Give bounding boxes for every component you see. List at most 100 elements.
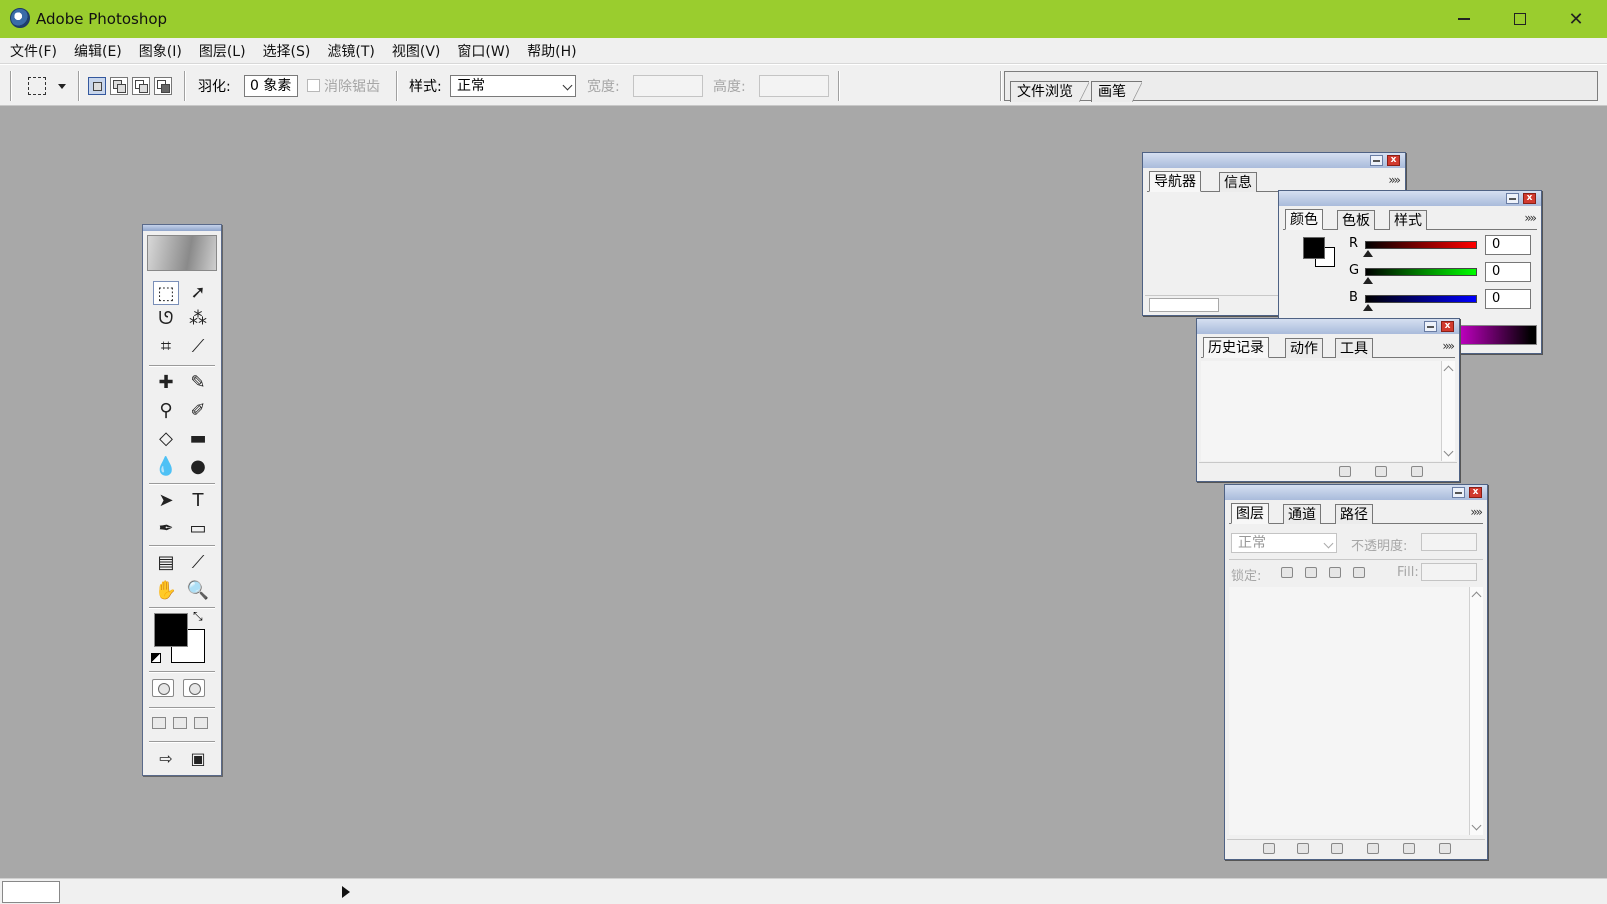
lock-all-icon[interactable] xyxy=(1353,567,1365,578)
palette-minimize-icon[interactable] xyxy=(1452,487,1465,498)
new-layer-set-icon[interactable] xyxy=(1331,843,1343,854)
width-input[interactable] xyxy=(633,75,703,97)
palette-titlebar[interactable] xyxy=(1225,485,1487,500)
trash-icon[interactable] xyxy=(1411,466,1423,477)
lasso-icon[interactable]: ᘎ xyxy=(153,307,179,331)
blue-value-input[interactable]: 0 xyxy=(1485,289,1531,309)
red-slider[interactable] xyxy=(1365,241,1477,249)
eyedropper-icon[interactable]: ⟋ xyxy=(185,551,211,575)
palette-close-icon[interactable]: x xyxy=(1469,487,1482,498)
scroll-down-icon[interactable] xyxy=(1443,446,1454,457)
tab-paths[interactable]: 路径 xyxy=(1335,504,1373,524)
maximize-button[interactable] xyxy=(1492,0,1548,38)
minimize-button[interactable] xyxy=(1436,0,1492,38)
tab-history[interactable]: 历史记录 xyxy=(1203,337,1269,358)
tab-info[interactable]: 信息 xyxy=(1219,172,1257,192)
menu-filter[interactable]: 滤镜(T) xyxy=(327,41,374,61)
eraser-icon[interactable]: ◇ xyxy=(153,427,179,451)
palette-minimize-icon[interactable] xyxy=(1506,193,1519,204)
adjustment-layer-icon[interactable] xyxy=(1367,843,1379,854)
rectangular-marquee-icon[interactable]: ⬚ xyxy=(153,281,179,305)
navigator-zoom-field[interactable] xyxy=(1149,298,1219,312)
tool-preset-picker[interactable] xyxy=(28,77,46,95)
toolbox-titlebar[interactable] xyxy=(143,225,221,231)
fill-input[interactable] xyxy=(1421,563,1477,581)
pen-icon[interactable]: ✒ xyxy=(153,517,179,541)
menu-layer[interactable]: 图层(L) xyxy=(199,41,246,61)
palette-menu-icon[interactable]: »» xyxy=(1524,211,1537,225)
antialias-checkbox[interactable] xyxy=(307,79,320,92)
palette-titlebar[interactable] xyxy=(1279,191,1541,206)
crop-icon[interactable]: ⌗ xyxy=(153,335,179,359)
full-screen-button[interactable] xyxy=(194,717,208,729)
magic-wand-icon[interactable]: ⁂ xyxy=(185,307,211,331)
type-icon[interactable]: T xyxy=(185,489,211,513)
standard-mode-button[interactable] xyxy=(152,679,174,697)
palette-titlebar[interactable] xyxy=(1197,319,1459,334)
palette-minimize-icon[interactable] xyxy=(1424,321,1437,332)
new-selection-button[interactable] xyxy=(88,77,106,95)
adobe-feather-logo[interactable] xyxy=(147,235,217,271)
scroll-down-icon[interactable] xyxy=(1471,820,1482,831)
full-screen-menu-button[interactable] xyxy=(173,717,187,729)
lock-transparent-icon[interactable] xyxy=(1281,567,1293,578)
rectangle-icon[interactable]: ▭ xyxy=(185,517,211,541)
lock-position-icon[interactable] xyxy=(1329,567,1341,578)
lock-image-icon[interactable] xyxy=(1305,567,1317,578)
tab-tool-presets[interactable]: 工具 xyxy=(1335,338,1373,358)
status-menu-arrow-icon[interactable] xyxy=(342,886,350,898)
scroll-up-icon[interactable] xyxy=(1443,365,1454,376)
layers-list[interactable] xyxy=(1229,587,1469,835)
menu-help[interactable]: 帮助(H) xyxy=(527,41,576,61)
height-input[interactable] xyxy=(759,75,829,97)
menu-edit[interactable]: 编辑(E) xyxy=(74,41,122,61)
color-foreground-swatch[interactable] xyxy=(1303,237,1325,259)
tab-navigator[interactable]: 导航器 xyxy=(1149,171,1201,192)
red-slider-knob[interactable] xyxy=(1363,250,1373,257)
green-slider-knob[interactable] xyxy=(1363,277,1373,284)
default-colors-icon[interactable] xyxy=(151,653,161,663)
palette-menu-icon[interactable]: »» xyxy=(1442,339,1455,353)
blue-slider-knob[interactable] xyxy=(1363,304,1373,311)
dodge-icon[interactable]: ● xyxy=(185,455,211,479)
palette-close-icon[interactable]: x xyxy=(1387,155,1400,166)
history-list[interactable] xyxy=(1201,361,1441,461)
style-select[interactable]: 正常 xyxy=(450,75,576,97)
clone-stamp-icon[interactable]: ⚲ xyxy=(153,399,179,423)
standard-screen-button[interactable] xyxy=(152,717,166,729)
path-selection-icon[interactable]: ➤ xyxy=(153,489,179,513)
tab-swatches[interactable]: 色板 xyxy=(1337,210,1375,230)
blend-mode-select[interactable]: 正常 xyxy=(1231,533,1337,553)
palette-minimize-icon[interactable] xyxy=(1370,155,1383,166)
tab-styles[interactable]: 样式 xyxy=(1389,210,1427,230)
palette-close-icon[interactable]: x xyxy=(1441,321,1454,332)
history-brush-icon[interactable]: ✐ xyxy=(185,399,211,423)
move-icon[interactable]: ➚ xyxy=(185,281,211,305)
swap-colors-icon[interactable]: ⤡ xyxy=(193,609,203,624)
jump-to-imageready-icon[interactable]: ⇨ xyxy=(153,747,179,771)
menu-window[interactable]: 窗口(W) xyxy=(457,41,510,61)
tab-channels[interactable]: 通道 xyxy=(1283,504,1321,524)
menu-image[interactable]: 图象(I) xyxy=(139,41,182,61)
slice-icon[interactable]: ⟋ xyxy=(185,335,211,359)
palette-titlebar[interactable] xyxy=(1143,153,1405,168)
subtract-from-selection-button[interactable] xyxy=(132,77,150,95)
tab-brushes[interactable]: 画笔 xyxy=(1091,81,1142,102)
zoom-icon[interactable]: 🔍 xyxy=(185,579,211,603)
blue-slider[interactable] xyxy=(1365,295,1477,303)
quick-mask-button[interactable] xyxy=(183,679,205,697)
imageready-icon[interactable]: ▣ xyxy=(185,747,211,771)
tab-color[interactable]: 颜色 xyxy=(1285,209,1323,230)
red-value-input[interactable]: 0 xyxy=(1485,235,1531,255)
scroll-up-icon[interactable] xyxy=(1471,591,1482,602)
menu-view[interactable]: 视图(V) xyxy=(392,41,441,61)
menu-file[interactable]: 文件(F) xyxy=(10,41,57,61)
palette-menu-icon[interactable]: »» xyxy=(1388,173,1401,187)
palette-menu-icon[interactable]: »» xyxy=(1470,505,1483,519)
tab-file-browser[interactable]: 文件浏览 xyxy=(1010,81,1089,102)
opacity-input[interactable] xyxy=(1421,533,1477,551)
new-document-from-state-icon[interactable] xyxy=(1339,466,1351,477)
layer-mask-icon[interactable] xyxy=(1297,843,1309,854)
tab-layers[interactable]: 图层 xyxy=(1231,503,1269,524)
palette-close-icon[interactable]: x xyxy=(1523,193,1536,204)
